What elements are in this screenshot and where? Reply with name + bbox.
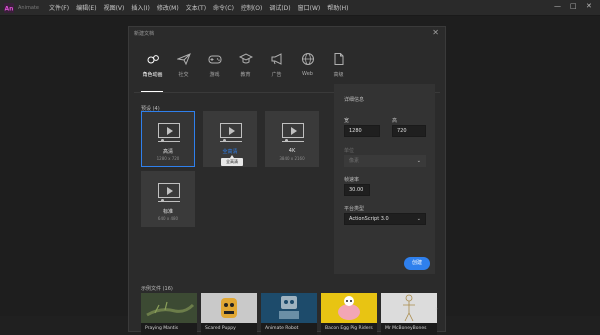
sample-bacon-egg-pig-riders[interactable]: Bacon Egg Pig Riders [321, 293, 377, 335]
unit-value: 像素 [349, 158, 360, 164]
menu-text[interactable]: 文本(T) [186, 3, 206, 12]
sample-thumbnail [201, 293, 257, 323]
svg-text:An: An [5, 5, 14, 12]
menu-view[interactable]: 视图(V) [104, 3, 125, 12]
megaphone-icon [271, 53, 281, 65]
preset-size: 1280 x 720 [156, 156, 180, 161]
width-label: 宽 [344, 118, 350, 124]
tab-education[interactable]: 教育 [230, 52, 261, 78]
preset-tooltip: 全高清 [221, 155, 243, 166]
menu-edit[interactable]: 编辑(E) [76, 3, 96, 12]
sample-scared-puppy[interactable]: Scared Puppy [201, 293, 257, 335]
preset-hd[interactable]: 高清 1280 x 720 [141, 111, 195, 167]
timeline-icon [282, 139, 304, 142]
category-tabs: 角色动画 社交 游戏 教育 广告 Web 高级 [137, 52, 354, 78]
video-preset-icon [158, 183, 180, 198]
tab-games[interactable]: 游戏 [199, 52, 230, 78]
video-preset-icon [158, 123, 180, 138]
sample-mr-mcboneybones[interactable]: Mr McBoneyBones [381, 293, 437, 335]
timeline-icon [158, 139, 180, 142]
preset-name: 高清 [162, 149, 173, 155]
menu-debug[interactable]: 调试(D) [269, 3, 290, 12]
sample-thumbnail [141, 293, 197, 323]
fps-label: 帧速率 [344, 177, 360, 183]
details-title: 详细信息 [344, 97, 365, 103]
tab-label: 高级 [333, 72, 344, 78]
platform-select[interactable]: ActionScript 3.0 ⌄ [344, 213, 426, 225]
sample-thumbnail [381, 293, 437, 323]
workspace-backdrop: 新建文档 ✕ 角色动画 社交 游戏 教育 广告 Web 高级 预设 (4) 高清… [0, 16, 600, 335]
sample-caption: Bacon Egg Pig Riders [321, 323, 377, 335]
document-icon [334, 53, 343, 65]
preset-name: 标准 [162, 209, 173, 215]
menu-commands[interactable]: 命令(C) [213, 3, 234, 12]
preset-name: 4K [288, 148, 296, 154]
gamepad-icon [208, 55, 221, 64]
menu-window[interactable]: 窗口(W) [298, 3, 321, 12]
height-label: 高 [392, 118, 398, 124]
maximize-button[interactable]: □ [570, 2, 577, 10]
sample-caption: Animate Robot [261, 323, 317, 335]
tab-label: 角色动画 [142, 72, 163, 78]
video-preset-icon [220, 123, 242, 138]
menu-control[interactable]: 控制(O) [241, 3, 262, 12]
sample-thumbnail [321, 293, 377, 323]
paper-plane-icon [176, 53, 191, 66]
preset-4k[interactable]: 4K 3840 x 2160 [265, 111, 319, 167]
timeline-icon [220, 139, 242, 142]
samples-label: 示例文件 (16) [141, 286, 173, 292]
sample-caption: Mr McBoneyBones [381, 323, 437, 335]
timeline-icon [158, 199, 180, 202]
tab-label: 游戏 [209, 72, 220, 78]
samples-next-button[interactable]: › [435, 305, 438, 313]
graduation-cap-icon [238, 53, 253, 64]
preset-name: 全高清 [222, 149, 238, 155]
menu-help[interactable]: 帮助(H) [327, 3, 348, 12]
globe-icon [301, 53, 314, 65]
tab-advanced[interactable]: 高级 [323, 52, 354, 78]
create-button[interactable]: 创建 [404, 257, 430, 270]
tab-character-animation[interactable]: 角色动画 [137, 52, 168, 78]
dialog-title: 新建文档 [134, 31, 155, 37]
new-document-dialog: 新建文档 ✕ 角色动画 社交 游戏 教育 广告 Web 高级 预设 (4) 高清… [128, 26, 446, 335]
chevron-down-icon: ⌄ [416, 158, 421, 164]
preset-standard[interactable]: 标准 640 x 480 [141, 171, 195, 227]
sample-praying-mantis[interactable]: Praying Mantis [141, 293, 197, 335]
video-preset-icon [282, 123, 304, 138]
platform-value: ActionScript 3.0 [349, 216, 389, 222]
unit-label: 单位 [344, 148, 355, 154]
height-input[interactable]: 720 [392, 125, 426, 137]
menu-bar: An Animate 文件(F) 编辑(E) 视图(V) 插入(I) 修改(M)… [0, 0, 600, 16]
window-close-button[interactable]: ✕ [586, 2, 592, 10]
character-animation-icon [147, 55, 159, 64]
sample-animate-robot[interactable]: Animate Robot [261, 293, 317, 335]
dialog-close-button[interactable]: ✕ [432, 28, 439, 37]
unit-select: 像素 ⌄ [344, 155, 426, 167]
tab-advertising[interactable]: 广告 [261, 52, 292, 78]
tab-label: Web [302, 71, 313, 77]
minimize-button[interactable]: — [554, 2, 561, 10]
tab-label: 社交 [178, 72, 189, 78]
sample-caption: Scared Puppy [201, 323, 257, 335]
app-name: Animate [18, 4, 39, 11]
menu-insert[interactable]: 插入(I) [131, 3, 149, 12]
sample-caption: Praying Mantis [141, 323, 197, 335]
tab-web[interactable]: Web [292, 52, 323, 78]
sample-thumbnail [261, 293, 317, 323]
fps-input[interactable]: 30.00 [344, 184, 370, 196]
preset-size: 640 x 480 [157, 216, 179, 221]
chevron-down-icon: ⌄ [416, 216, 421, 222]
details-panel: 详细信息 宽 1280 高 720 单位 像素 ⌄ 帧速率 30.00 平台类型… [334, 84, 435, 274]
menu-file[interactable]: 文件(F) [49, 3, 69, 12]
animate-logo-icon: An [3, 2, 15, 14]
menu-modify[interactable]: 修改(M) [157, 3, 179, 12]
preset-size: 3840 x 2160 [279, 156, 305, 161]
platform-label: 平台类型 [344, 206, 365, 212]
width-input[interactable]: 1280 [344, 125, 380, 137]
tab-label: 广告 [271, 72, 282, 78]
tab-label: 教育 [240, 72, 251, 78]
tab-social[interactable]: 社交 [168, 52, 199, 78]
